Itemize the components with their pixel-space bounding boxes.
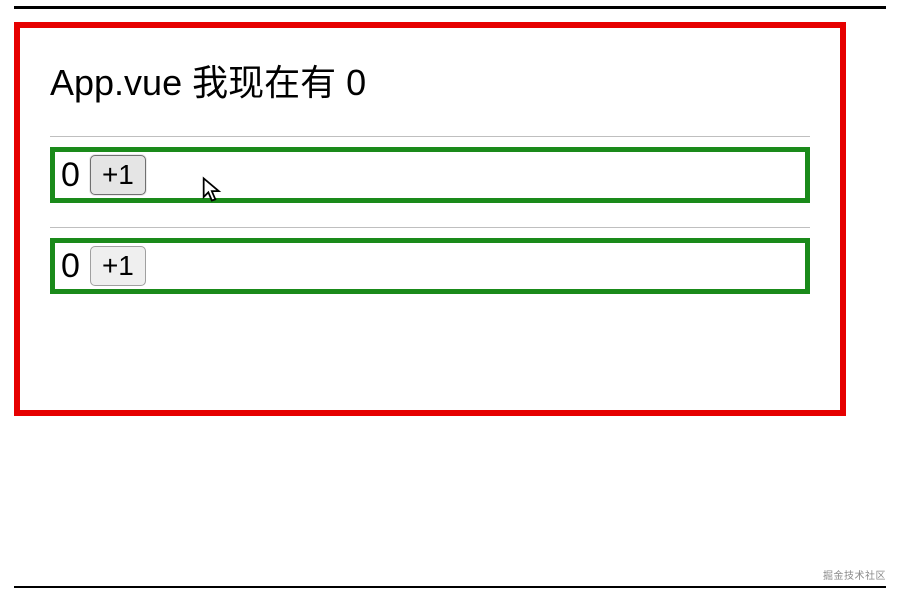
counter-value: 0	[61, 158, 80, 192]
counter-value: 0	[61, 249, 80, 283]
counter-component-1: 0 +1	[50, 147, 810, 203]
top-rule	[14, 6, 886, 9]
counter-component-2: 0 +1	[50, 238, 810, 294]
increment-button[interactable]: +1	[90, 246, 146, 286]
bottom-rule	[14, 586, 886, 588]
app-container: App.vue 我现在有 0 0 +1 0 +1	[14, 22, 846, 416]
divider	[50, 227, 810, 228]
increment-button[interactable]: +1	[90, 155, 146, 195]
cursor-icon	[201, 176, 225, 204]
page-title: App.vue 我现在有 0	[50, 54, 810, 106]
title-prefix: App.vue 我现在有	[50, 62, 336, 103]
divider	[50, 136, 810, 137]
title-count: 0	[346, 62, 366, 103]
watermark: 掘金技术社区	[823, 567, 886, 582]
